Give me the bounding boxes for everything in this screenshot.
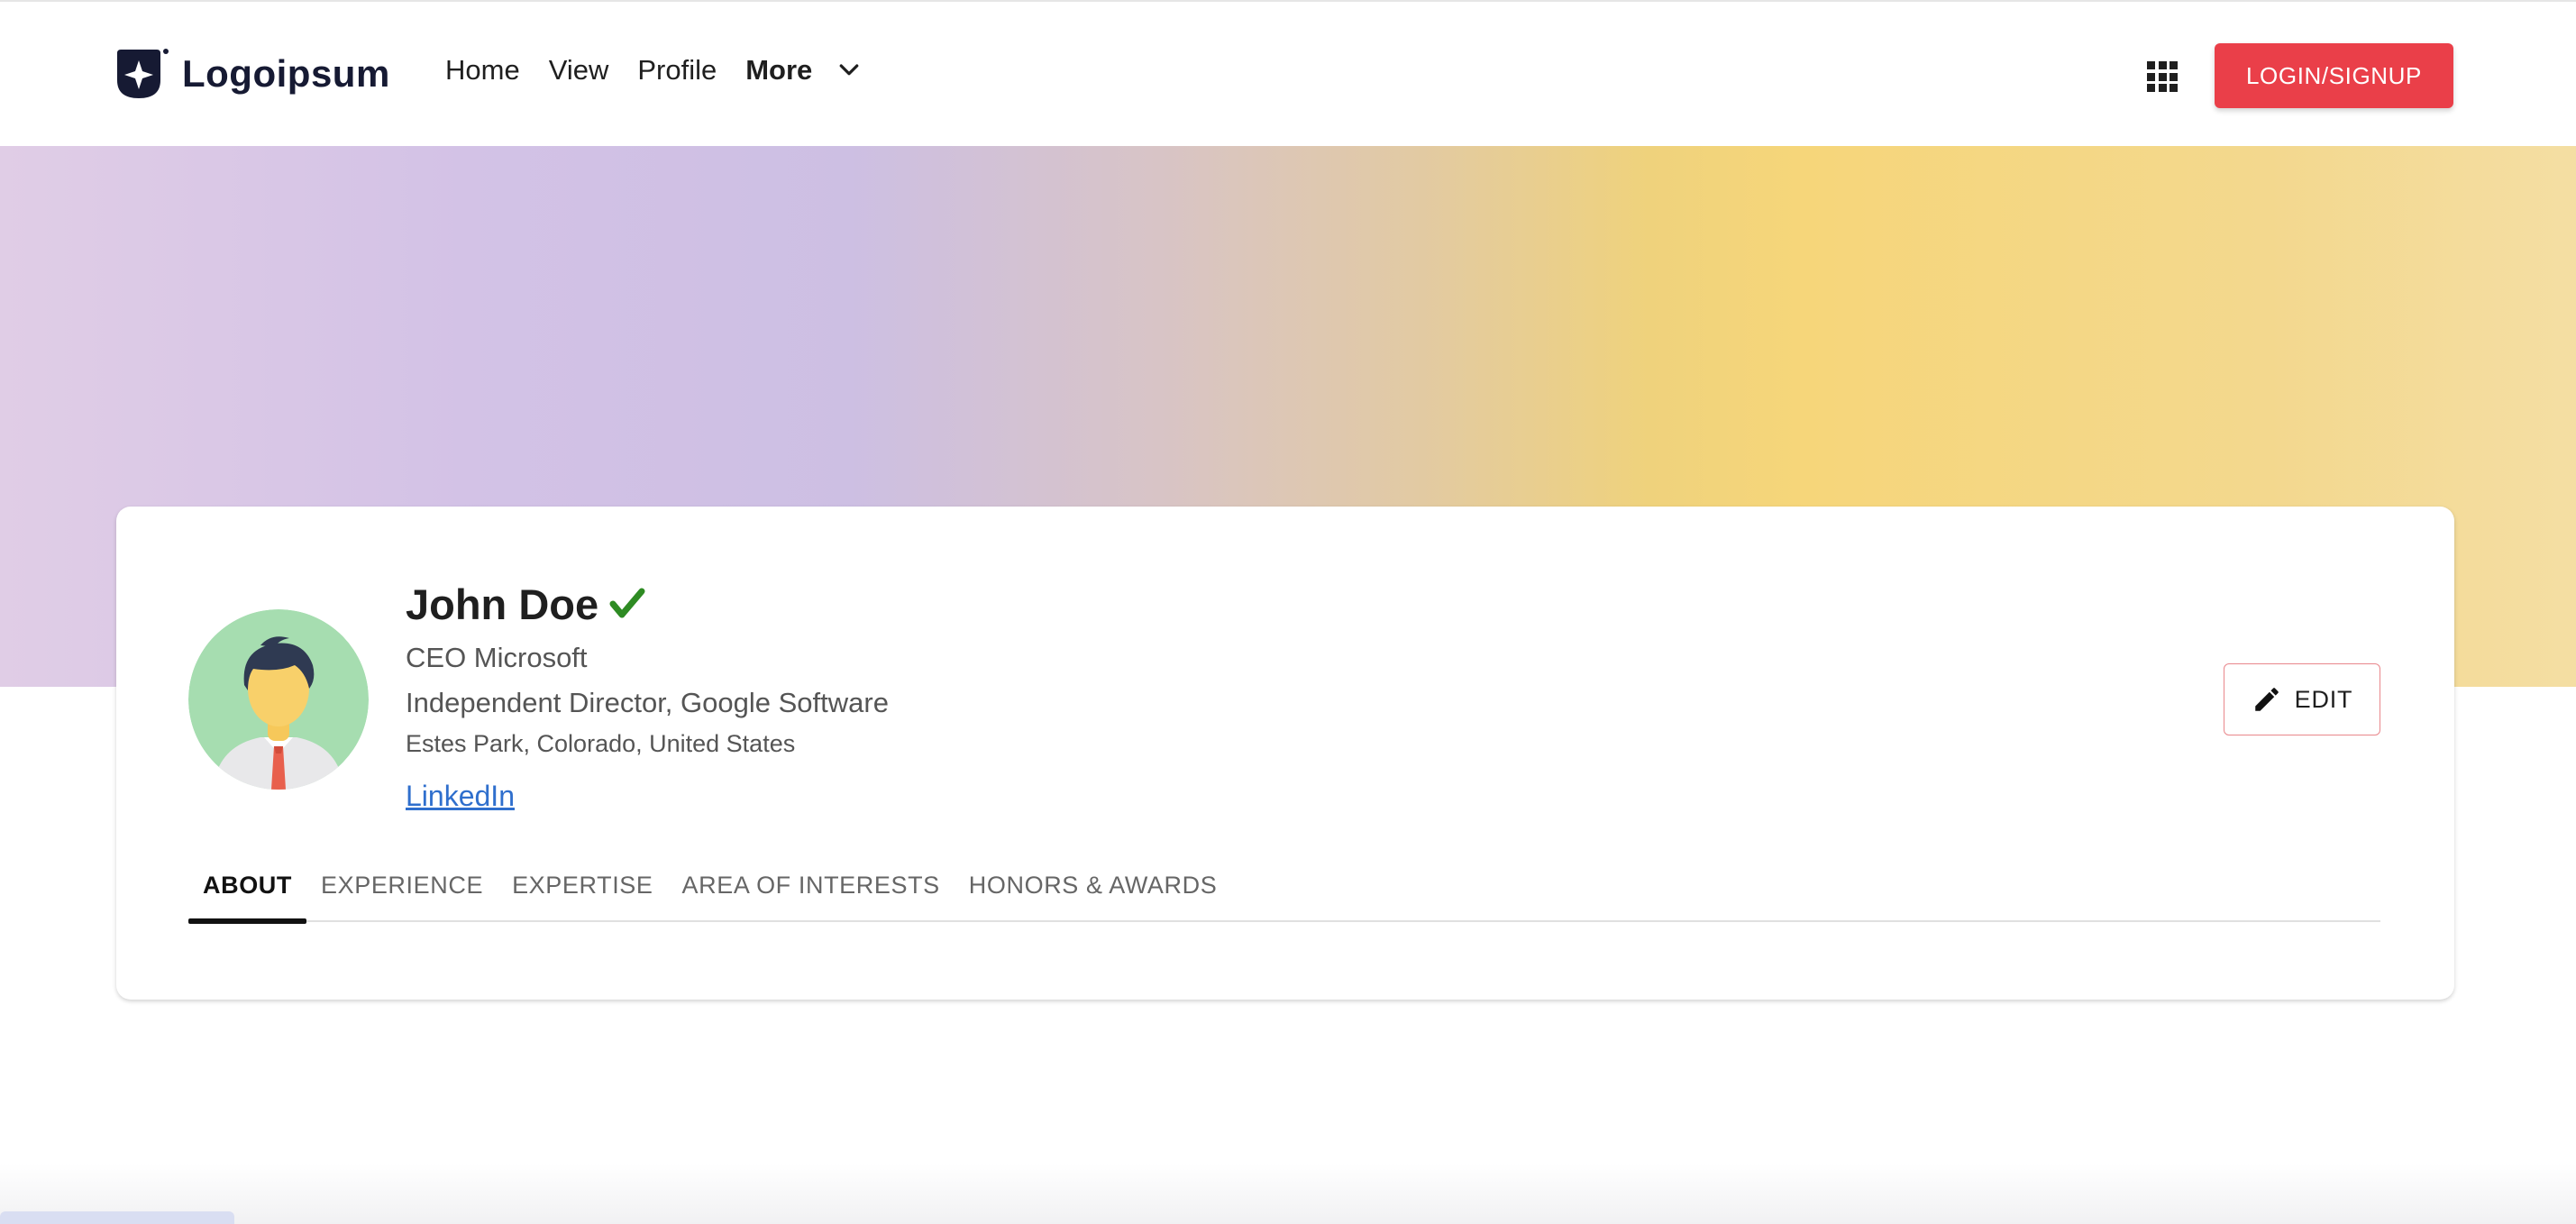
- nav-view[interactable]: View: [549, 54, 609, 87]
- profile-title: CEO Microsoft: [406, 642, 588, 673]
- tab-area-of-interests[interactable]: AREA OF INTERESTS: [668, 849, 955, 922]
- edit-label: EDIT: [2294, 685, 2353, 713]
- profile-subtitle: Independent Director, Google Software: [406, 687, 889, 718]
- logo-mark-icon: [117, 49, 169, 98]
- top-navbar: Logoipsum Home View Profile More LOGIN/S…: [0, 2, 2576, 146]
- pencil-icon: [2254, 688, 2279, 711]
- edit-profile-button[interactable]: EDIT: [2224, 663, 2380, 735]
- tab-expertise[interactable]: EXPERTISE: [498, 849, 667, 922]
- profile-info: John Doe CEO Microsoft Independent Direc…: [406, 579, 889, 813]
- bottom-fade: [0, 1163, 2576, 1224]
- profile-name: John Doe: [406, 580, 599, 628]
- main-nav: Home View Profile More: [445, 54, 863, 87]
- avatar: [188, 609, 369, 790]
- login-signup-button[interactable]: LOGIN/SIGNUP: [2215, 43, 2453, 108]
- tab-honors-awards[interactable]: HONORS & AWARDS: [955, 849, 1232, 922]
- tab-about[interactable]: ABOUT: [188, 849, 306, 924]
- profile-tabs: ABOUT EXPERIENCE EXPERTISE AREA OF INTER…: [188, 849, 2380, 924]
- nav-home[interactable]: Home: [445, 54, 520, 87]
- check-verified-icon: [609, 588, 645, 618]
- profile-card: John Doe CEO Microsoft Independent Direc…: [116, 507, 2454, 1000]
- nav-more-dropdown[interactable]: More: [745, 54, 863, 87]
- brand-logo[interactable]: Logoipsum: [115, 47, 390, 101]
- name-row: John Doe: [406, 579, 889, 629]
- bottom-corner-tab[interactable]: [0, 1211, 234, 1224]
- brand-name: Logoipsum: [182, 52, 390, 95]
- profile-location: Estes Park, Colorado, United States: [406, 730, 796, 757]
- nav-more-label: More: [745, 54, 813, 86]
- nav-profile[interactable]: Profile: [637, 54, 717, 87]
- tab-experience[interactable]: EXPERIENCE: [306, 849, 498, 922]
- linkedin-link[interactable]: LinkedIn: [406, 780, 515, 813]
- apps-grid-icon[interactable]: [2147, 61, 2178, 92]
- chevron-down-icon: [839, 64, 859, 76]
